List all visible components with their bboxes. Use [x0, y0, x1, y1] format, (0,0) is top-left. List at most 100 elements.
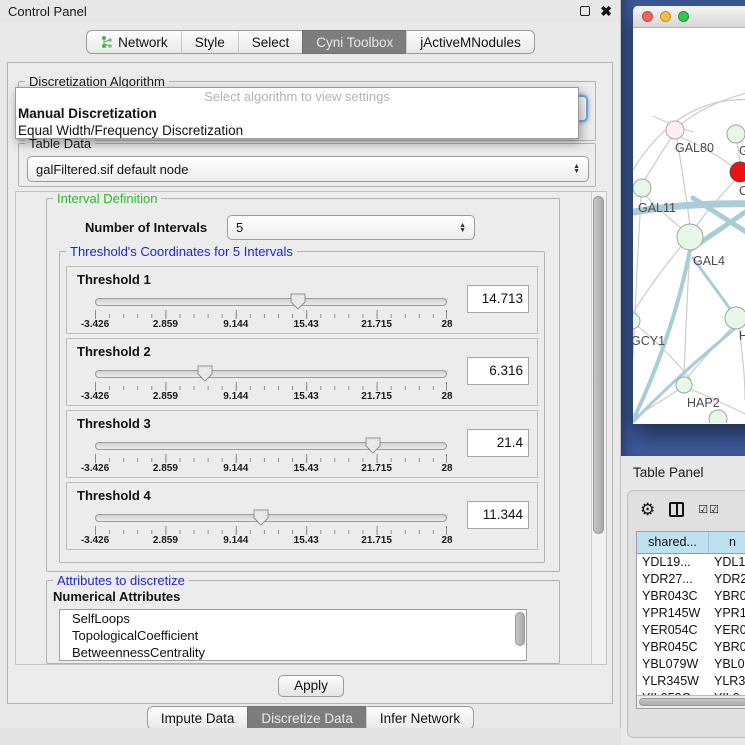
node-red[interactable]	[730, 162, 745, 182]
cell[interactable]: YDL1	[709, 554, 745, 571]
cell[interactable]: YPR1	[709, 605, 745, 622]
table-row[interactable]: YBL079WYBL0	[637, 656, 745, 673]
threshold-3-panel: Threshold 3 -3.426 2.859 9.144 15.43 21.…	[66, 410, 538, 478]
cell[interactable]: YBR0	[709, 588, 745, 605]
threshold-2-label: Threshold 2	[77, 344, 151, 359]
cell[interactable]: YDR27...	[637, 571, 709, 588]
close-icon[interactable]: ✖	[600, 4, 612, 18]
table-row[interactable]: YPR145WYPR1	[637, 605, 745, 622]
node[interactable]	[709, 410, 727, 423]
column-header-name[interactable]: n	[709, 532, 745, 553]
threshold-3-slider-track[interactable]	[95, 442, 447, 450]
tab-discretize-data[interactable]: Discretize Data	[247, 706, 366, 730]
network-window-titlebar[interactable]	[633, 6, 745, 28]
settings-scrollbar-track[interactable]	[591, 192, 606, 664]
table-data-combobox[interactable]: galFiltered.sif default node ▲▼	[27, 156, 589, 182]
right-column: GAL80 G GAL11 C GAL4 GCY1 H HAP2 Table P…	[621, 0, 745, 745]
tab-network[interactable]: Network	[86, 30, 181, 54]
list-item[interactable]: TopologicalCoefficient	[60, 627, 526, 644]
table-hscrollbar-track[interactable]	[637, 695, 745, 708]
tab-style[interactable]: Style	[181, 30, 238, 54]
list-item[interactable]: SelfLoops	[60, 610, 526, 627]
cell[interactable]: YBR0	[709, 639, 745, 656]
dropdown-option-equal-width-frequency[interactable]: Equal Width/Frequency Discretization	[16, 122, 578, 139]
screen: Control Panel ✖ Network Style Select	[0, 0, 745, 745]
threshold-3-value-field[interactable]: 21.4	[467, 429, 529, 457]
cell[interactable]: YDL19...	[637, 554, 709, 571]
checkbox-icons[interactable]: ☑☑	[698, 503, 720, 516]
cell[interactable]: YBR043C	[637, 588, 709, 605]
threshold-2-slider-thumb[interactable]	[197, 365, 213, 382]
node[interactable]	[727, 125, 745, 143]
network-view-window: GAL80 G GAL11 C GAL4 GCY1 H HAP2	[633, 6, 745, 424]
threshold-4-panel: Threshold 4 -3.426 2.859 9.144 15.43 21.…	[66, 482, 538, 550]
cell[interactable]: YPR145W	[637, 605, 709, 622]
table-hscrollbar-thumb[interactable]	[639, 698, 745, 706]
network-canvas[interactable]: GAL80 G GAL11 C GAL4 GCY1 H HAP2	[633, 28, 745, 423]
threshold-4-label: Threshold 4	[77, 488, 151, 503]
threshold-2-slider-track[interactable]	[95, 370, 447, 378]
cell[interactable]: YBL079W	[637, 656, 709, 673]
table-row[interactable]: YBR045CYBR0	[637, 639, 745, 656]
cell[interactable]: YDR2	[709, 571, 745, 588]
node-gal11[interactable]	[633, 179, 651, 197]
tick-label: 15.43	[294, 391, 319, 402]
threshold-3-slider-thumb[interactable]	[365, 437, 381, 454]
gear-icon[interactable]: ⚙	[640, 501, 655, 518]
table-row[interactable]: YDR27...YDR2	[637, 571, 745, 588]
cell[interactable]: YBL0	[709, 656, 745, 673]
threshold-4-value-field[interactable]: 11.344	[467, 501, 529, 529]
tick-label: 2.859	[153, 463, 178, 474]
node-gal80[interactable]	[666, 121, 684, 139]
threshold-1-panel: Threshold 1 -3.426 2.859 9.144 15.43 21.…	[66, 266, 538, 334]
table-data-group: Table Data galFiltered.sif default node …	[18, 143, 596, 187]
threshold-1-slider-track[interactable]	[95, 298, 447, 306]
slider-tick-labels: -3.426 2.859 9.144 15.43 21.715 28	[95, 391, 447, 403]
table-row[interactable]: YER054CYER0	[637, 622, 745, 639]
threshold-1-value-field[interactable]: 14.713	[467, 285, 529, 313]
attributes-group-title: Attributes to discretize	[53, 573, 189, 588]
top-tabbar: Network Style Select Cyni Toolbox jActiv…	[0, 30, 621, 54]
cell[interactable]: YER0	[709, 622, 745, 639]
tab-style-label: Style	[195, 35, 225, 50]
node[interactable]	[725, 307, 745, 329]
numerical-attributes-list[interactable]: SelfLoops TopologicalCoefficient Between…	[59, 609, 527, 661]
tab-jactivemnodules[interactable]: jActiveMNodules	[406, 30, 535, 54]
tab-cyni-toolbox[interactable]: Cyni Toolbox	[302, 30, 406, 54]
node-label: HAP2	[687, 396, 720, 410]
column-header-shared[interactable]: shared...	[637, 532, 709, 553]
settings-scrollbar-thumb[interactable]	[593, 196, 604, 534]
interval-definition-group-title: Interval Definition	[53, 191, 161, 206]
table-row[interactable]: YBR043CYBR0	[637, 588, 745, 605]
tick-label: 2.859	[153, 535, 178, 546]
node-hap2[interactable]	[676, 377, 692, 393]
tab-select[interactable]: Select	[238, 30, 303, 54]
node-label: GAL11	[638, 201, 676, 215]
table-row[interactable]: YDL19...YDL1	[637, 554, 745, 571]
mac-minimize-icon[interactable]	[660, 11, 671, 22]
list-scrollbar[interactable]	[515, 612, 525, 646]
cell[interactable]: YLR345W	[637, 673, 709, 690]
numerical-attributes-label: Numerical Attributes	[53, 589, 180, 604]
threshold-1-slider-thumb[interactable]	[290, 293, 306, 310]
node-table[interactable]: shared... n YDL19...YDL1 YDR27...YDR2 YB…	[636, 531, 745, 709]
cell[interactable]: YBR045C	[637, 639, 709, 656]
mac-close-icon[interactable]	[642, 11, 653, 22]
tab-infer-network[interactable]: Infer Network	[366, 706, 474, 730]
threshold-2-value-field[interactable]: 6.316	[467, 357, 529, 385]
threshold-4-slider-thumb[interactable]	[253, 509, 269, 526]
tick-label: 15.43	[294, 463, 319, 474]
dropdown-option-manual-discretization[interactable]: Manual Discretization	[16, 105, 578, 122]
float-window-icon[interactable]	[580, 6, 590, 16]
cell[interactable]: YLR3	[709, 673, 745, 690]
number-of-intervals-combobox[interactable]: 5 ▲▼	[227, 215, 475, 240]
threshold-4-slider-track[interactable]	[95, 514, 447, 522]
split-columns-icon[interactable]	[669, 502, 684, 517]
cell[interactable]: YER054C	[637, 622, 709, 639]
list-item[interactable]: BetweennessCentrality	[60, 644, 526, 661]
tab-impute-data[interactable]: Impute Data	[147, 706, 248, 730]
table-row[interactable]: YLR345WYLR3	[637, 673, 745, 690]
mac-zoom-icon[interactable]	[678, 11, 689, 22]
node-gal4[interactable]	[677, 224, 703, 250]
apply-button[interactable]: Apply	[278, 675, 344, 697]
